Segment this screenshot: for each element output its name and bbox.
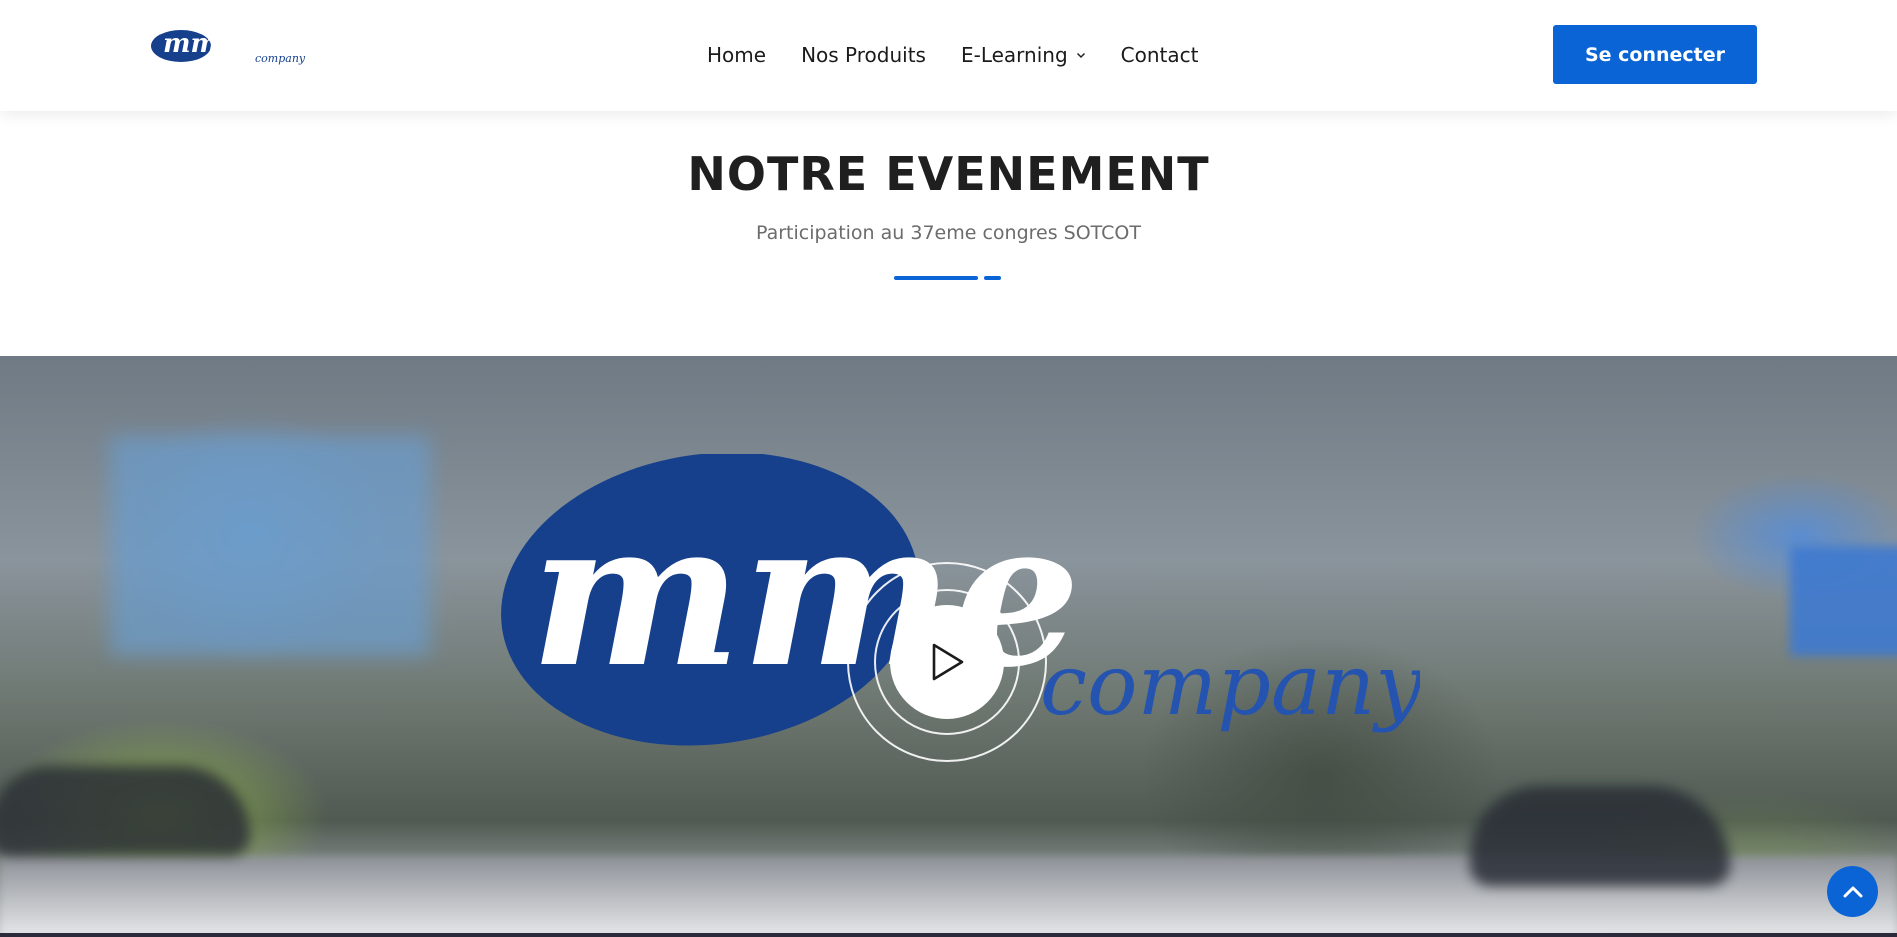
company-logo[interactable]: mme company xyxy=(151,24,317,70)
logo-subtext: company xyxy=(255,52,306,65)
chevron-down-icon xyxy=(1076,53,1085,58)
nav-nos-produits-label: Nos Produits xyxy=(801,43,926,67)
nav-e-learning[interactable]: E-Learning xyxy=(961,43,1086,67)
title-divider-long xyxy=(894,276,978,280)
background-building xyxy=(110,436,430,656)
background-car-right xyxy=(1470,786,1730,886)
footer-edge xyxy=(0,933,1897,937)
nav-home[interactable]: Home xyxy=(707,43,766,67)
video-logo-subtext: company xyxy=(1040,636,1420,734)
logo-m-text: mme xyxy=(163,29,235,59)
site-header: mme company Home Nos Produits E-Learning… xyxy=(0,0,1897,111)
nav-contact[interactable]: Contact xyxy=(1121,43,1199,67)
section-title: NOTRE EVENEMENT xyxy=(687,147,1210,201)
play-button[interactable] xyxy=(890,605,1004,719)
nav-home-label: Home xyxy=(707,43,767,67)
login-button[interactable]: Se connecter xyxy=(1553,25,1757,84)
nav-contact-label: Contact xyxy=(1120,43,1199,67)
background-car-left xyxy=(0,766,250,856)
title-divider-short xyxy=(984,276,1001,280)
nav-e-learning-label: E-Learning xyxy=(960,43,1068,67)
chevron-up-icon xyxy=(1843,886,1862,897)
background-sign xyxy=(1790,546,1897,656)
section-subtitle: Participation au 37eme congres SOTCOT xyxy=(755,222,1141,244)
play-icon xyxy=(932,643,964,681)
main-nav: Home Nos Produits E-Learning Contact xyxy=(707,42,1198,68)
nav-nos-produits[interactable]: Nos Produits xyxy=(801,43,926,67)
scroll-to-top-button[interactable] xyxy=(1827,866,1878,917)
